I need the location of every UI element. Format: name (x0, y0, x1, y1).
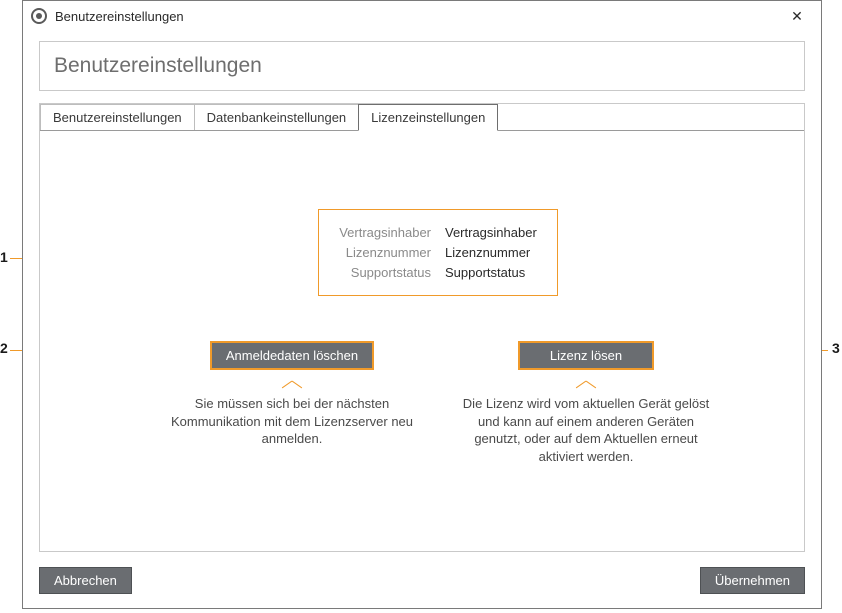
value-support-status: Supportstatus (445, 265, 545, 280)
action-release-license-group: Lizenz lösen Die Lizenz wird vom aktuell… (456, 342, 716, 465)
label-license-number: Lizenznummer (331, 245, 431, 260)
license-row-support-status: Supportstatus Supportstatus (331, 265, 545, 280)
license-info-box: Vertragsinhaber Vertragsinhaber Lizenznu… (318, 209, 558, 296)
apply-button[interactable]: Übernehmen (700, 567, 805, 594)
tab-host: Benutzereinstellungen Datenbankeinstellu… (39, 103, 805, 552)
action-delete-credentials-group: Anmeldedaten löschen Sie müssen sich bei… (162, 342, 422, 448)
callout-2: 2 (0, 340, 8, 356)
cancel-button[interactable]: Abbrechen (39, 567, 132, 594)
tab-strip: Benutzereinstellungen Datenbankeinstellu… (40, 104, 804, 131)
callout-3: 3 (832, 340, 840, 356)
label-contract-holder: Vertragsinhaber (331, 225, 431, 240)
release-license-button[interactable]: Lizenz lösen (519, 342, 653, 369)
close-button[interactable]: ✕ (781, 4, 813, 28)
license-row-contract-holder: Vertragsinhaber Vertragsinhaber (331, 225, 545, 240)
page-title: Benutzereinstellungen (54, 54, 790, 78)
dialog-window: Benutzereinstellungen ✕ Benutzereinstell… (22, 0, 822, 609)
close-icon: ✕ (791, 8, 803, 25)
app-icon (31, 8, 47, 24)
chevron-up-icon (282, 379, 302, 389)
value-license-number: Lizenznummer (445, 245, 545, 260)
license-row-license-number: Lizenznummer Lizenznummer (331, 245, 545, 260)
delete-credentials-description: Sie müssen sich bei der nächsten Kommuni… (162, 395, 422, 448)
chevron-up-icon (576, 379, 596, 389)
tab-license-settings[interactable]: Lizenzeinstellungen (358, 104, 498, 131)
release-license-description: Die Lizenz wird vom aktuellen Gerät gelö… (456, 395, 716, 465)
window-title: Benutzereinstellungen (55, 9, 781, 24)
dialog-footer: Abbrechen Übernehmen (39, 567, 805, 594)
tab-database-settings[interactable]: Datenbankeinstellungen (194, 104, 360, 130)
titlebar: Benutzereinstellungen ✕ (23, 1, 821, 31)
label-support-status: Supportstatus (331, 265, 431, 280)
heading-panel: Benutzereinstellungen (39, 41, 805, 91)
delete-credentials-button[interactable]: Anmeldedaten löschen (211, 342, 373, 369)
tab-content-license: Vertragsinhaber Vertragsinhaber Lizenznu… (40, 131, 804, 551)
value-contract-holder: Vertragsinhaber (445, 225, 545, 240)
tab-user-settings[interactable]: Benutzereinstellungen (40, 104, 195, 130)
callout-1: 1 (0, 249, 8, 265)
